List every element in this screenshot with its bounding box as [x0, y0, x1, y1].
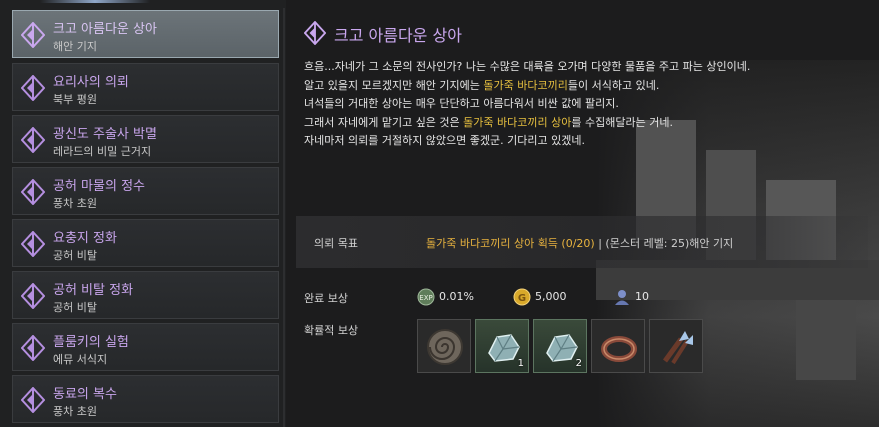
quest-diamond-icon [21, 22, 45, 48]
claw-weapon-icon [662, 331, 693, 365]
highlight-text: 돌가죽 바다코끼리 [483, 78, 568, 92]
spiral-stone-icon [427, 329, 463, 365]
quest-name: 공허 마물의 정수 [53, 179, 145, 194]
quest-item[interactable]: 동료의 복수 풍차 초원 [12, 375, 279, 423]
quest-diamond-icon [21, 387, 45, 413]
reward-count: 2 [575, 358, 582, 369]
quest-location: 북부 평원 [53, 93, 97, 106]
description-line: 자네마저 의뢰를 거절하지 않았으면 좋겠군. 기다리고 있겠네. [304, 134, 585, 148]
quest-location: 공허 비탈 [53, 249, 97, 262]
quest-diamond-icon [21, 231, 45, 257]
reward-count: 1 [517, 358, 524, 369]
reward-slot[interactable]: 1 [475, 319, 529, 373]
quest-diamond-icon [21, 335, 45, 361]
quest-name: 요리사의 의뢰 [53, 75, 129, 90]
description-line: 녀석들의 거대한 상아는 매우 단단하고 아름다워서 비싼 값에 팔리지. [304, 97, 619, 111]
objective-label: 의뢰 목표 [314, 237, 358, 250]
reward-slot[interactable] [417, 319, 471, 373]
gold-coin-icon: G [513, 288, 531, 306]
reward-slot[interactable] [591, 319, 645, 373]
quest-location: 풍차 초원 [53, 405, 97, 418]
quest-location: 풍차 초원 [53, 197, 97, 210]
quest-location: 레라드의 비밀 근거지 [53, 145, 152, 158]
quest-name: 플룸키의 실험 [53, 335, 129, 350]
quest-item[interactable]: 크고 아름다운 상아 해안 기지 [12, 10, 279, 58]
reward-slot[interactable] [649, 319, 703, 373]
svg-text:EXP: EXP [419, 294, 432, 302]
reputation-icon [615, 290, 629, 305]
quest-location: 해안 기지 [53, 40, 97, 53]
quest-title: 크고 아름다운 상아 [334, 26, 462, 45]
quest-location: 에뮤 서식지 [53, 353, 108, 366]
probable-reward-label: 확률적 보상 [304, 324, 359, 337]
quest-item[interactable]: 공허 마물의 정수 풍차 초원 [12, 167, 279, 215]
quest-diamond-icon [304, 21, 326, 45]
quest-item[interactable]: 플룸키의 실험 에뮤 서식지 [12, 323, 279, 371]
quest-diamond-icon [21, 127, 45, 153]
quest-diamond-icon [21, 179, 45, 205]
quest-name: 요충지 정화 [53, 231, 117, 246]
reward-slot[interactable]: 2 [533, 319, 587, 373]
highlight-text: 돌가죽 바다코끼리 상아 [463, 115, 572, 129]
quest-location: 공허 비탈 [53, 301, 97, 314]
objective-bar: 의뢰 목표 돌가죽 바다코끼리 상아 획득 (0/20) | (몬스터 레벨: … [296, 216, 868, 268]
objective-target: 돌가죽 바다코끼리 상아 획득 (0/20) [426, 237, 595, 250]
quest-name: 광신도 주술사 박멸 [53, 127, 157, 142]
exp-icon: EXP [417, 288, 435, 306]
quest-list-scrollbar[interactable] [283, 8, 285, 427]
quest-diamond-icon [21, 75, 45, 101]
description-line: 흐음...자네가 그 소문의 전사인가? 나는 수많은 대륙을 오가며 다양한 … [304, 60, 751, 73]
quest-item[interactable]: 광신도 주술사 박멸 레라드의 비밀 근거지 [12, 115, 279, 163]
exp-value: 0.01% [439, 290, 474, 303]
quest-name: 동료의 복수 [53, 387, 117, 402]
quest-item[interactable]: 공허 비탈 정화 공허 비탈 [12, 271, 279, 319]
reputation-value: 10 [635, 290, 649, 303]
top-highlight [40, 0, 150, 3]
quest-list-panel: 크고 아름다운 상아 해안 기지 요리사의 의뢰 북부 평원 광신도 주술사 박… [0, 0, 286, 427]
description-line: 알고 있을지 모르겠지만 해안 기지에는 돌가죽 바다코끼리들이 서식하고 있네… [304, 78, 660, 92]
quest-item[interactable]: 요충지 정화 공허 비탈 [12, 219, 279, 267]
gold-value: 5,000 [535, 290, 567, 303]
quest-detail-panel: 크고 아름다운 상아 흐음...자네가 그 소문의 전사인가? 나는 수많은 대… [286, 0, 879, 427]
quest-name: 크고 아름다운 상아 [53, 22, 157, 37]
ring-icon [601, 336, 637, 362]
quest-name: 공허 비탈 정화 [53, 283, 134, 298]
description-line: 그래서 자네에게 맡기고 싶은 것은 돌가죽 바다코끼리 상아를 수집해달라는 … [304, 115, 673, 129]
quest-description: 흐음...자네가 그 소문의 전사인가? 나는 수많은 대륙을 오가며 다양한 … [304, 58, 824, 151]
objective-text: 돌가죽 바다코끼리 상아 획득 (0/20) | (몬스터 레벨: 25)해안 … [426, 237, 734, 250]
quest-item[interactable]: 요리사의 의뢰 북부 평원 [12, 63, 279, 111]
svg-text:G: G [518, 293, 526, 304]
completion-reward-label: 완료 보상 [304, 292, 348, 305]
quest-diamond-icon [21, 283, 45, 309]
objective-location: (몬스터 레벨: 25)해안 기지 [605, 237, 734, 250]
